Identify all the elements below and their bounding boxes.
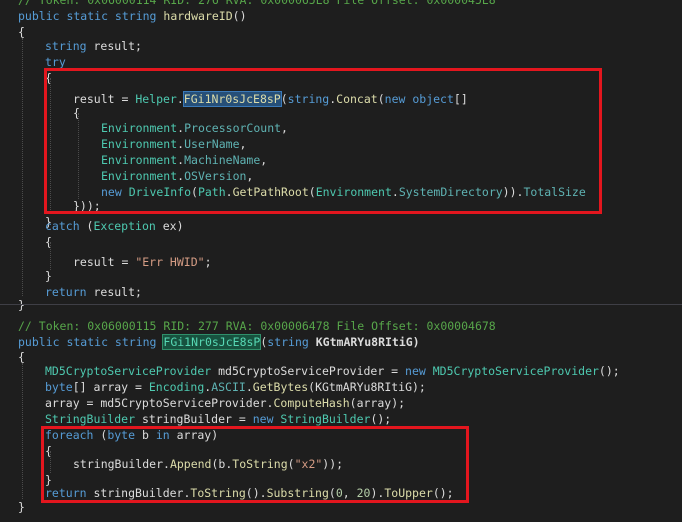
new-keyword: new bbox=[405, 364, 433, 378]
decl-mid: md5CryptoServiceProvider = bbox=[211, 364, 406, 378]
method-brace-close: } bbox=[18, 500, 25, 514]
decl-end: (KGtmARYu8RItiG); bbox=[308, 380, 426, 394]
md5-class[interactable]: MD5CryptoServiceProvider bbox=[433, 364, 599, 378]
string-keyword: string bbox=[45, 39, 87, 53]
stringbuilder-class[interactable]: StringBuilder bbox=[280, 412, 370, 426]
new-keyword: new bbox=[252, 412, 281, 426]
indent-guide bbox=[50, 242, 51, 270]
method-name-highlighted[interactable]: FGi1Nr0sJcE8sP bbox=[162, 334, 262, 350]
paren: ( bbox=[79, 219, 94, 233]
return-line: return result; bbox=[45, 284, 142, 300]
catch-brace-close: } bbox=[45, 269, 52, 283]
byte-keyword: byte bbox=[45, 380, 73, 394]
catch-var: ex) bbox=[155, 219, 184, 233]
decl-end: (); bbox=[598, 364, 620, 378]
highlight-box-helper-call bbox=[44, 68, 602, 214]
sig-keywords: public static string bbox=[18, 335, 164, 349]
decl-mid: stringBuilder = bbox=[135, 412, 253, 426]
method-divider bbox=[0, 304, 682, 305]
sig-keywords: public static string bbox=[18, 9, 164, 23]
call-end: (array); bbox=[349, 396, 406, 410]
indent-guide bbox=[22, 363, 23, 499]
sig-parens: () bbox=[232, 9, 247, 23]
encoding-class[interactable]: Encoding bbox=[149, 380, 204, 394]
result-declaration: string result; bbox=[45, 38, 142, 54]
ascii-property[interactable]: ASCII bbox=[211, 380, 246, 394]
exception-class[interactable]: Exception bbox=[93, 219, 155, 233]
method-token-comment: // Token: 0x06000114 RID: 276 RVA: 0x000… bbox=[18, 0, 496, 7]
decl-mid: [] array = bbox=[72, 380, 149, 394]
error-assign-line: result = "Err HWID"; bbox=[73, 254, 212, 270]
decl-end: (); bbox=[370, 412, 392, 426]
compute-hash-line: array = md5CryptoServiceProvider.Compute… bbox=[45, 395, 405, 411]
return-rest: result; bbox=[86, 285, 142, 299]
bytes-decl-line: byte[] array = Encoding.ASCII.GetBytes(K… bbox=[45, 379, 426, 395]
highlight-box-foreach bbox=[41, 426, 469, 503]
method-signature[interactable]: public static string hardwareID() bbox=[18, 8, 247, 24]
param-name: KGtmARYu8RItiG) bbox=[308, 335, 420, 349]
method-signature[interactable]: public static string FGi1Nr0sJcE8sP(stri… bbox=[18, 334, 420, 350]
indent-guide bbox=[22, 38, 23, 296]
semicolon: ; bbox=[204, 255, 212, 269]
assign-prefix: array = md5CryptoServiceProvider. bbox=[45, 396, 274, 410]
string-keyword: string bbox=[267, 335, 309, 349]
decl-rest: result; bbox=[86, 39, 142, 53]
method-brace-close: } bbox=[18, 298, 25, 312]
stringbuilder-class[interactable]: StringBuilder bbox=[45, 412, 135, 426]
method-name[interactable]: hardwareID bbox=[163, 9, 232, 23]
dot: . bbox=[245, 380, 253, 394]
computehash-method[interactable]: ComputeHash bbox=[273, 396, 349, 410]
catch-keyword: catch bbox=[45, 219, 80, 233]
md5-class[interactable]: MD5CryptoServiceProvider bbox=[45, 364, 211, 378]
assign-prefix: result = bbox=[73, 255, 136, 269]
return-keyword: return bbox=[45, 285, 87, 299]
getbytes-method[interactable]: GetBytes bbox=[253, 380, 308, 394]
error-string: "Err HWID" bbox=[135, 255, 205, 269]
method-token-comment: // Token: 0x06000115 RID: 277 RVA: 0x000… bbox=[18, 319, 496, 333]
catch-line: catch (Exception ex) bbox=[45, 218, 184, 234]
stringbuilder-decl-line: StringBuilder stringBuilder = new String… bbox=[45, 411, 391, 427]
md5-decl-line: MD5CryptoServiceProvider md5CryptoServic… bbox=[45, 363, 620, 379]
